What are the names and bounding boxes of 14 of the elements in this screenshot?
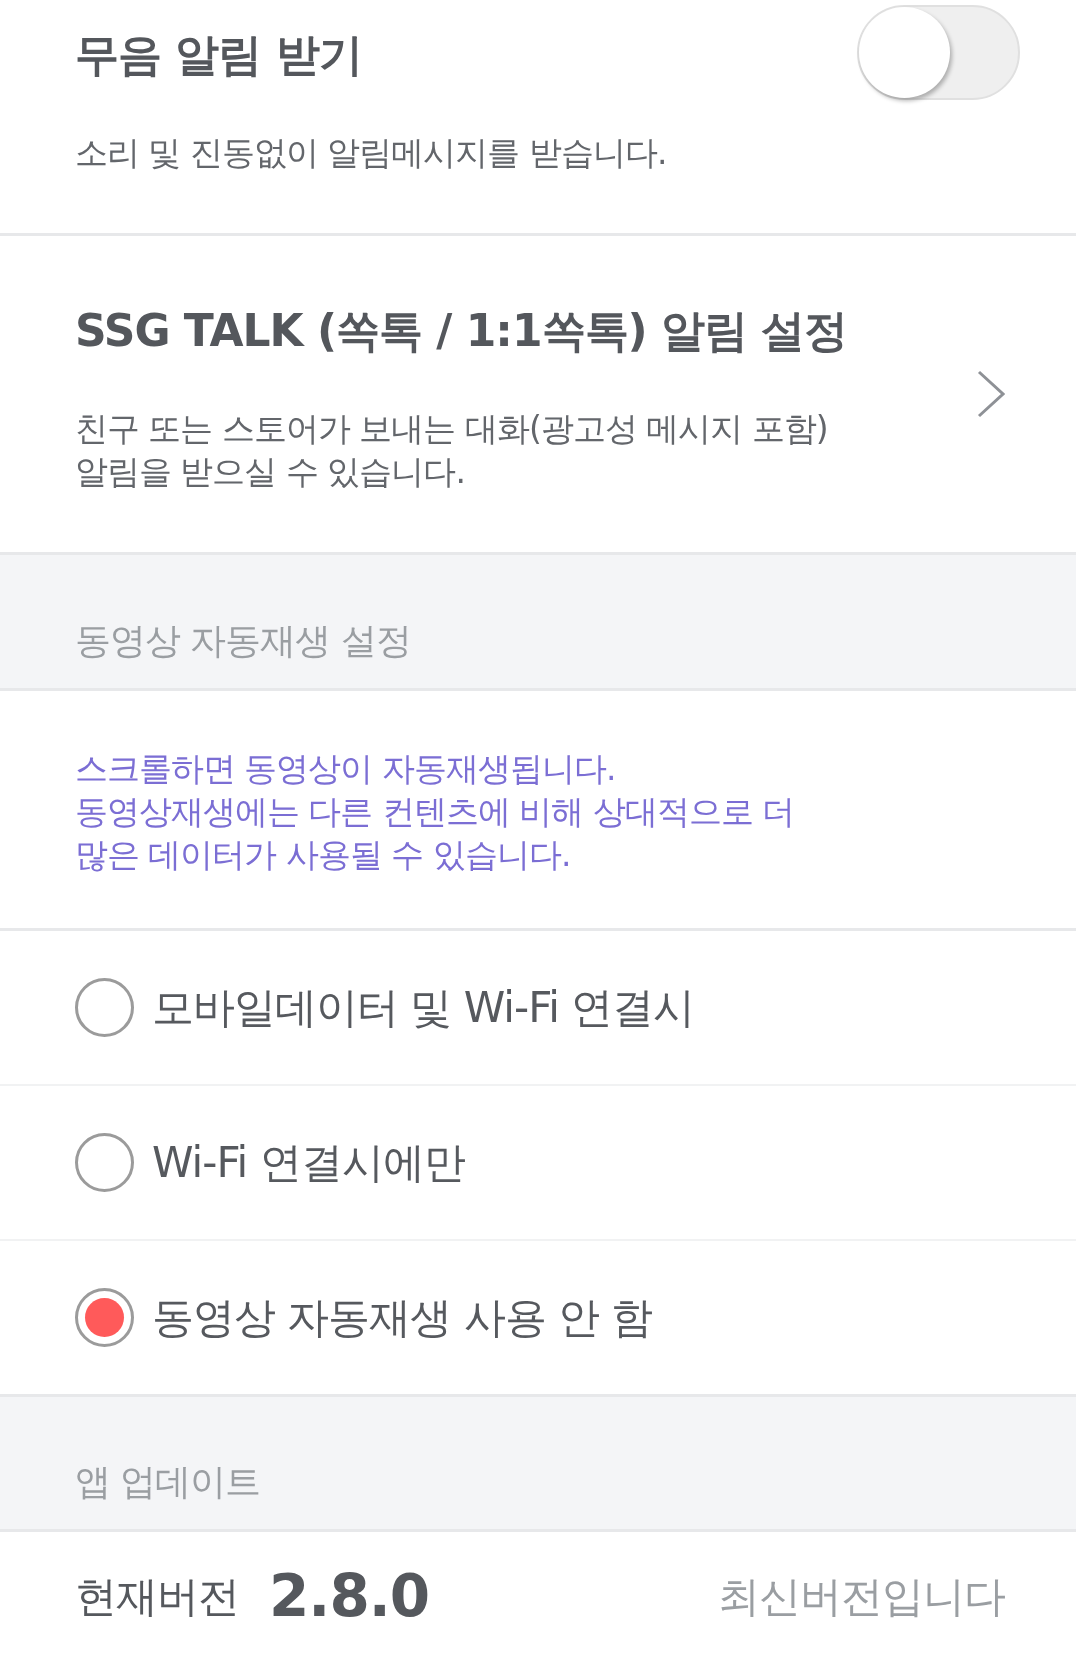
- update-status: 최신버전입니다: [718, 1570, 1005, 1623]
- section-header: 앱 업데이트: [75, 1460, 261, 1504]
- option-label[interactable]: Wi-Fi 연결시에만: [152, 1135, 465, 1190]
- setting-description: 소리 및 진동없이 알림메시지를 받습니다.: [75, 132, 667, 174]
- chevron-right-icon[interactable]: [977, 370, 1005, 418]
- autoplay-notice: 스크롤하면 동영상이 자동재생됩니다. 동영상재생에는 다른 컨텐츠에 비해 상대적으로 더 많은 데이터가 사용될 수 있습니다.: [75, 748, 796, 876]
- version-label: 현재버전: [75, 1570, 239, 1623]
- setting-description: 친구 또는 스토어가 보내는 대화(광고성 메시지 포함) 알림을 받으실 수 있습니다.: [75, 408, 829, 493]
- option-label[interactable]: 모바일데이터 및 Wi-Fi 연결시: [152, 980, 695, 1035]
- option-label[interactable]: 동영상 자동재생 사용 안 함: [152, 1290, 653, 1345]
- setting-title[interactable]: SSG TALK (쏙톡 / 1:1쏙톡) 알림 설정: [75, 303, 848, 359]
- version-number: 2.8.0: [269, 1560, 430, 1632]
- setting-title: 무음 알림 받기: [75, 28, 363, 82]
- section-header: 동영상 자동재생 설정: [75, 619, 411, 663]
